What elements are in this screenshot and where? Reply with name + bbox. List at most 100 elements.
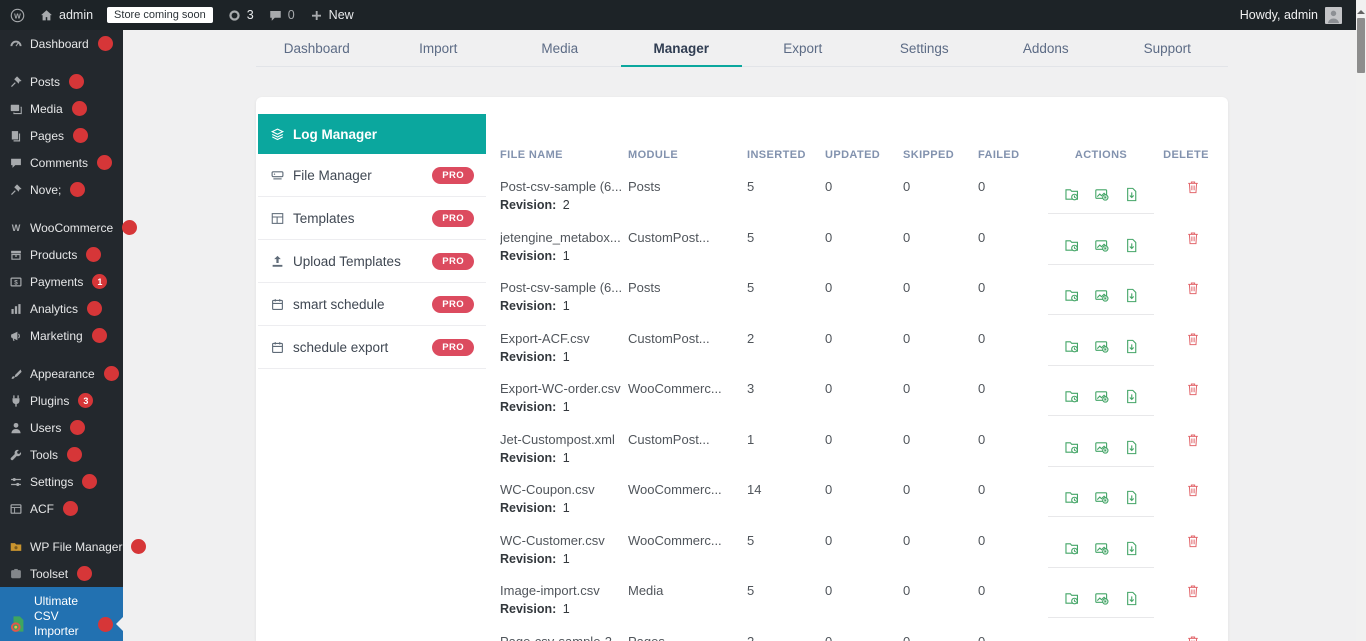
sidebar-item-dashboard[interactable]: Dashboard (0, 30, 123, 57)
file-name: WC-Customer.csv (500, 533, 628, 548)
tab-manager[interactable]: Manager (621, 30, 743, 66)
tab-import[interactable]: Import (378, 30, 500, 66)
delete-log-button[interactable] (1185, 381, 1201, 397)
count-badge (70, 182, 85, 197)
tab-label: Export (783, 41, 822, 56)
panel-item-log-manager[interactable]: Log Manager (258, 114, 486, 154)
failed-count: 0 (978, 533, 1046, 548)
tab-dashboard[interactable]: Dashboard (256, 30, 378, 66)
sidebar-item-nove[interactable]: Nove; (0, 176, 123, 203)
sidebar-item-woocommerce[interactable]: W WooCommerce (0, 214, 123, 241)
panel-item-upload-templates[interactable]: Upload Templates PRO (258, 240, 486, 283)
sidebar-item-payments[interactable]: $ Payments 1 (0, 268, 123, 295)
sidebar-item-tools[interactable]: Tools (0, 441, 123, 468)
download-log-icon[interactable] (1123, 338, 1140, 355)
comments-menu[interactable]: 0 (268, 8, 295, 23)
download-log-icon[interactable] (1123, 439, 1140, 456)
scrollbar[interactable] (1356, 0, 1366, 641)
delete-log-button[interactable] (1185, 179, 1201, 195)
sidebar-item-posts[interactable]: Posts (0, 68, 123, 95)
import-log-icon[interactable] (1063, 489, 1080, 506)
sidebar-item-plugins[interactable]: Plugins 3 (0, 387, 123, 414)
download-log-icon[interactable] (1123, 590, 1140, 607)
sidebar-item-wp-file-manager[interactable]: WP File Manager (0, 533, 123, 560)
media-log-icon[interactable] (1093, 489, 1110, 506)
panel-item-templates[interactable]: Templates PRO (258, 197, 486, 240)
revision-value: 1 (559, 400, 569, 414)
delete-log-button[interactable] (1185, 533, 1201, 549)
import-log-icon[interactable] (1063, 540, 1080, 557)
import-log-icon[interactable] (1063, 287, 1080, 304)
import-log-icon[interactable] (1063, 237, 1080, 254)
skipped-count: 0 (903, 230, 978, 245)
delete-log-button[interactable] (1185, 432, 1201, 448)
media-log-icon[interactable] (1093, 590, 1110, 607)
table-row: Post-csv-sample (6... Revision: 1 Posts … (500, 271, 1216, 322)
updates-menu[interactable]: 3 (227, 8, 254, 23)
sidebar-item-settings[interactable]: Settings (0, 468, 123, 495)
import-log-icon[interactable] (1063, 338, 1080, 355)
delete-log-button[interactable] (1185, 331, 1201, 347)
media-log-icon[interactable] (1093, 338, 1110, 355)
coming-soon-badge[interactable]: Store coming soon (107, 7, 213, 23)
import-log-icon[interactable] (1063, 388, 1080, 405)
import-log-icon[interactable] (1063, 186, 1080, 203)
scroll-up-arrow[interactable] (1357, 6, 1365, 14)
file-name: Image-import.csv (500, 583, 628, 598)
download-log-icon[interactable] (1123, 287, 1140, 304)
panel-item-schedule-export[interactable]: schedule export PRO (258, 326, 486, 369)
media-log-icon[interactable] (1093, 439, 1110, 456)
delete-log-button[interactable] (1185, 583, 1201, 599)
sidebar-item-acf[interactable]: ACF (0, 495, 123, 522)
sidebar-item-toolset[interactable]: Toolset (0, 560, 123, 587)
revision-label: Revision: (500, 602, 556, 616)
download-log-icon[interactable] (1123, 489, 1140, 506)
row-actions (1046, 426, 1156, 467)
updated-count: 0 (825, 331, 903, 346)
wp-logo-menu[interactable]: W (10, 8, 25, 23)
media-log-icon[interactable] (1093, 186, 1110, 203)
sidebar-item-comments[interactable]: Comments (0, 149, 123, 176)
tab-support[interactable]: Support (1107, 30, 1229, 66)
tab-media[interactable]: Media (499, 30, 621, 66)
media-log-icon[interactable] (1093, 287, 1110, 304)
tab-addons[interactable]: Addons (985, 30, 1107, 66)
sidebar-item-analytics[interactable]: Analytics (0, 295, 123, 322)
download-log-icon[interactable] (1123, 540, 1140, 557)
media-log-icon[interactable] (1093, 388, 1110, 405)
sidebar-item-users[interactable]: Users (0, 414, 123, 441)
updated-count: 0 (825, 583, 903, 598)
scrollbar-thumb[interactable] (1357, 18, 1365, 73)
module: Posts (628, 280, 747, 295)
revision: Revision: 1 (500, 249, 628, 263)
tab-label: Settings (900, 41, 949, 56)
media-log-icon[interactable] (1093, 540, 1110, 557)
delete-log-button[interactable] (1185, 280, 1201, 296)
import-log-icon[interactable] (1063, 590, 1080, 607)
delete-log-button[interactable] (1185, 482, 1201, 498)
download-log-icon[interactable] (1123, 388, 1140, 405)
products-icon (9, 248, 23, 262)
import-log-icon[interactable] (1063, 439, 1080, 456)
sidebar-item-ultimate-csv-importer-free[interactable]: Ultimate CSV Importer Free (0, 587, 123, 641)
download-log-icon[interactable] (1123, 186, 1140, 203)
new-menu[interactable]: New (309, 8, 354, 23)
revision-label: Revision: (500, 350, 556, 364)
tab-export[interactable]: Export (742, 30, 864, 66)
file-name: Post-csv-sample (6... (500, 280, 628, 295)
media-log-icon[interactable] (1093, 237, 1110, 254)
panel-item-label: Upload Templates (293, 254, 401, 269)
delete-log-button[interactable] (1185, 634, 1201, 641)
panel-item-smart-schedule[interactable]: smart schedule PRO (258, 283, 486, 326)
sidebar-item-appearance[interactable]: Appearance (0, 360, 123, 387)
sidebar-item-products[interactable]: Products (0, 241, 123, 268)
sidebar-item-marketing[interactable]: Marketing (0, 322, 123, 349)
tab-settings[interactable]: Settings (864, 30, 986, 66)
sidebar-item-pages[interactable]: Pages (0, 122, 123, 149)
sidebar-item-media[interactable]: Media (0, 95, 123, 122)
delete-log-button[interactable] (1185, 230, 1201, 246)
site-menu[interactable]: admin (39, 8, 93, 23)
panel-item-file-manager[interactable]: File Manager PRO (258, 154, 486, 197)
howdy-account-menu[interactable]: Howdy, admin (1240, 8, 1318, 22)
download-log-icon[interactable] (1123, 237, 1140, 254)
